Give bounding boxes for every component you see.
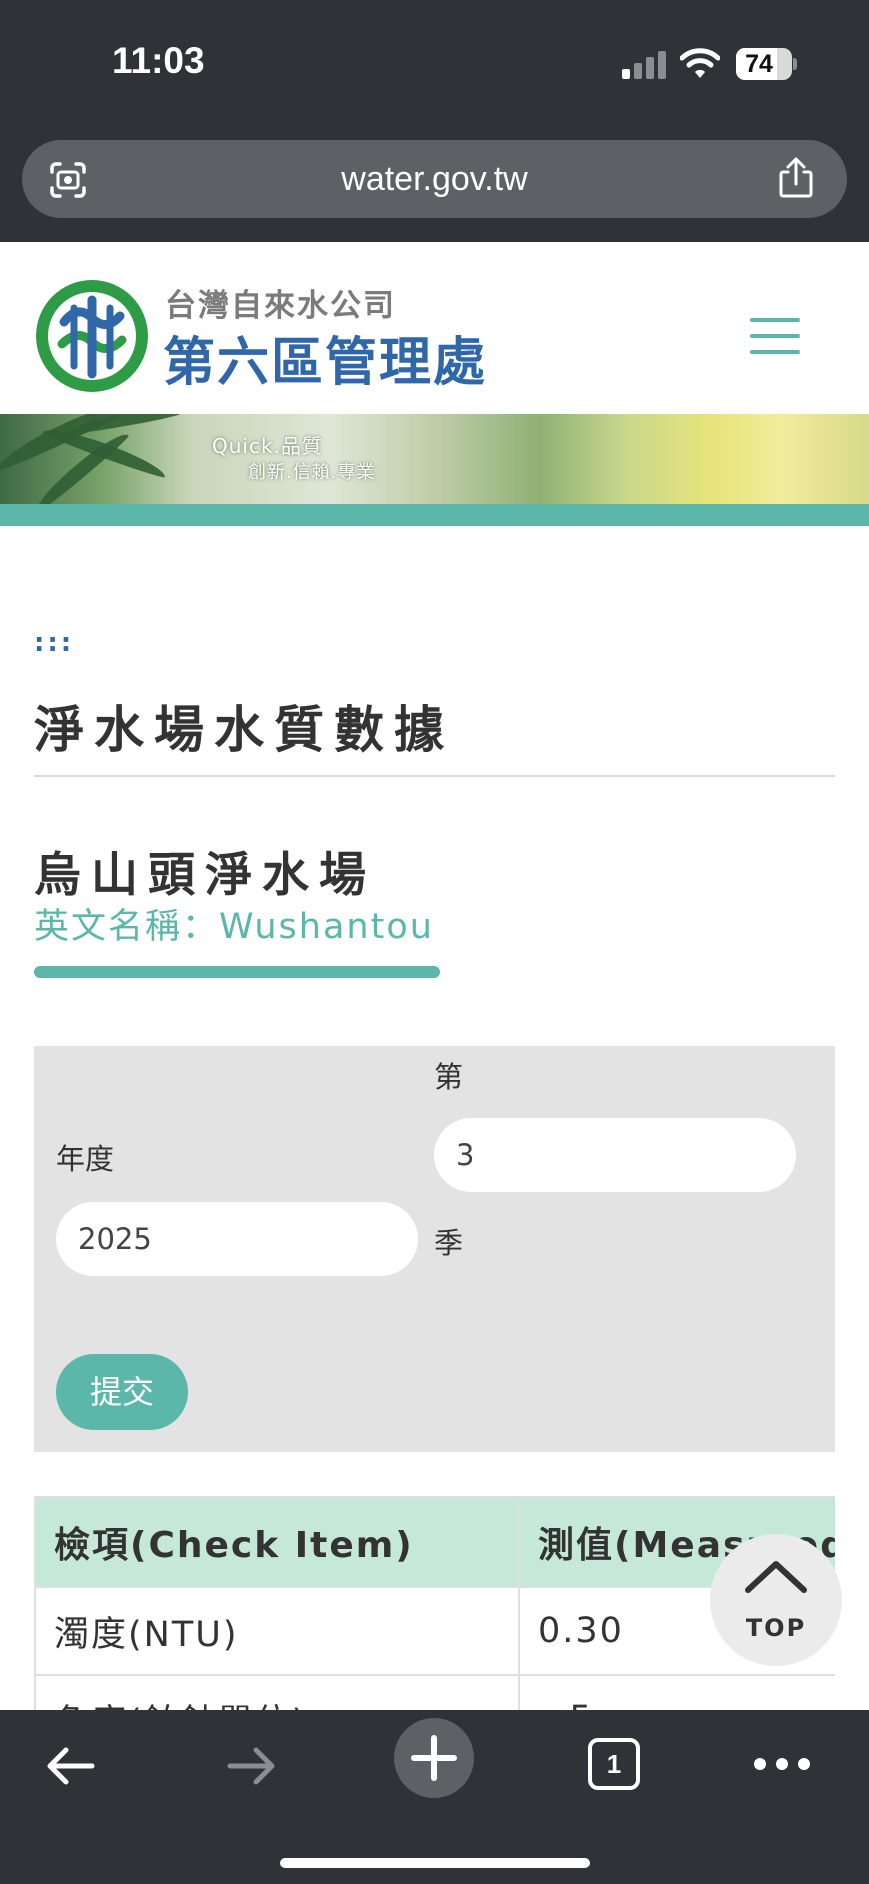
more-options-icon[interactable] <box>754 1754 810 1774</box>
table-row: 色度(鉑鈷單位) <5 <box>34 1674 835 1710</box>
plant-name: 烏山頭淨水場 <box>34 848 376 903</box>
site-header: 台灣自來水公司 第六區管理處 <box>0 242 869 414</box>
plant-name-underline <box>34 966 440 978</box>
url-text[interactable]: water.gov.tw <box>22 140 847 218</box>
home-indicator <box>280 1858 590 1868</box>
quarter-input[interactable] <box>434 1118 796 1192</box>
year-input[interactable] <box>56 1202 418 1276</box>
cell-measured: <5 <box>518 1674 835 1710</box>
banner-slogan-1: Quick.品質 <box>212 434 323 458</box>
back-arrow-icon[interactable] <box>44 1740 96 1792</box>
plant-english-name: 英文名稱：Wushantou <box>34 907 434 947</box>
quarter-prefix-label: 第 <box>434 1060 464 1094</box>
new-tab-button[interactable] <box>394 1718 474 1798</box>
back-to-top-button[interactable]: TOP <box>710 1534 842 1666</box>
cell-check-item: 濁度(NTU) <box>34 1586 520 1676</box>
header-divider <box>0 504 869 526</box>
battery-percent: 74 <box>745 50 773 78</box>
url-bar[interactable]: water.gov.tw <box>22 140 847 218</box>
water-company-logo[interactable] <box>34 278 150 394</box>
query-form: 第 年度 季 提交 <box>34 1046 835 1452</box>
tab-switcher-button[interactable]: 1 <box>588 1738 640 1790</box>
battery-cap <box>793 58 797 70</box>
chevron-up-icon <box>745 1561 807 1593</box>
cell-check-item: 色度(鉑鈷單位) <box>34 1674 520 1710</box>
share-icon[interactable] <box>774 156 818 200</box>
title-divider <box>34 775 835 777</box>
submit-button[interactable]: 提交 <box>56 1354 188 1430</box>
column-header-check-item: 檢項(Check Item) <box>34 1496 520 1588</box>
hero-banner: Quick.品質 創新.信賴.專業 <box>0 414 869 504</box>
quarter-suffix-label: 季 <box>434 1226 464 1260</box>
banner-slogan-2: 創新.信賴.專業 <box>248 462 376 483</box>
browser-top-chrome: 11:03 74 water.gov.tw <box>0 0 869 242</box>
back-to-top-label: TOP <box>745 1614 807 1642</box>
hamburger-menu-icon[interactable] <box>750 318 800 354</box>
breadcrumb-anchor[interactable]: ::: <box>34 628 74 658</box>
status-time: 11:03 <box>112 40 205 81</box>
browser-toolbar: 1 <box>0 1710 869 1884</box>
battery-icon: 74 <box>736 48 792 80</box>
page-title: 淨水場水質數據 <box>34 701 454 759</box>
forward-arrow-icon[interactable] <box>226 1740 278 1792</box>
year-label: 年度 <box>56 1142 115 1176</box>
org-name-top: 台灣自來水公司 <box>165 288 396 324</box>
org-name-main: 第六區管理處 <box>163 333 488 393</box>
wifi-icon <box>680 48 720 78</box>
plus-icon <box>411 1735 457 1781</box>
cellular-signal-icon <box>622 51 666 79</box>
